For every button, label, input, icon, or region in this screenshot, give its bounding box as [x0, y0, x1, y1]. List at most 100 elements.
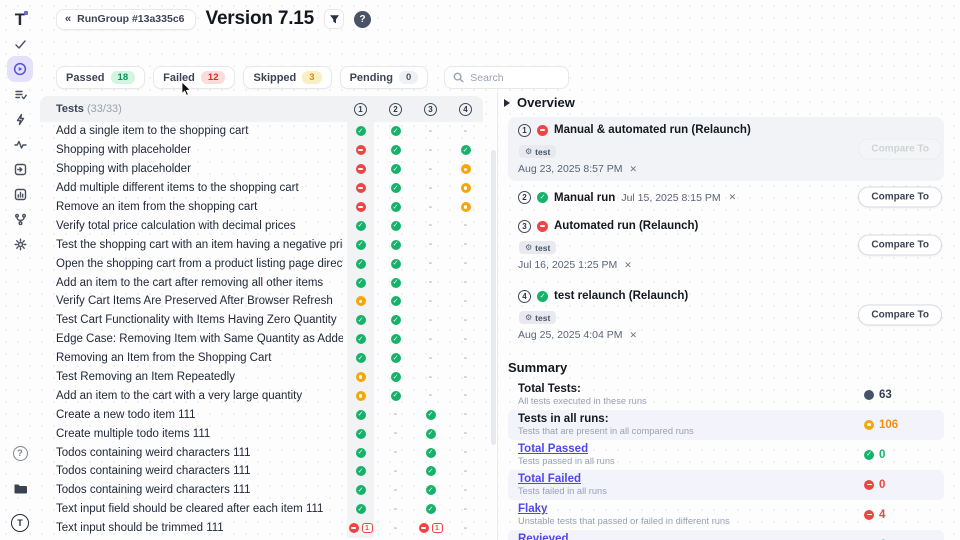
comment-badge[interactable]: 1: [362, 523, 373, 533]
status-cell: -: [448, 409, 483, 420]
status-pass-icon: [426, 429, 436, 439]
remove-run-button[interactable]: ✕: [729, 192, 737, 203]
sidebar-item-fork[interactable]: [7, 206, 33, 232]
summary-link[interactable]: Flaky: [518, 503, 864, 515]
status-cell: -: [413, 258, 448, 269]
status-cell: [343, 353, 378, 363]
test-row[interactable]: Text input field should be cleared after…: [40, 500, 483, 519]
test-name: Todos containing weird characters 111: [40, 447, 343, 459]
filter-button[interactable]: [324, 9, 344, 29]
summary-skip-icon: [864, 420, 874, 430]
status-cell: -: [413, 315, 448, 326]
no-run-dash: -: [464, 296, 468, 307]
comment-badge[interactable]: 1: [432, 523, 443, 533]
sidebar-item-app-logo[interactable]: T: [7, 6, 33, 32]
status-cell: [343, 334, 378, 344]
test-row[interactable]: Verify Cart Items Are Preserved After Br…: [40, 292, 483, 311]
run-item-4[interactable]: 4 test relaunch (Relaunch) ⚙test Aug 25,…: [508, 283, 944, 347]
test-row[interactable]: Verify total price calculation with deci…: [40, 216, 483, 235]
sidebar-item-gear[interactable]: [7, 231, 33, 257]
sidebar-item-help[interactable]: ?: [7, 440, 33, 466]
compare-to-button[interactable]: Compare To: [858, 139, 942, 160]
test-row[interactable]: Open the shopping cart from a product li…: [40, 254, 483, 273]
compare-to-button[interactable]: Compare To: [858, 235, 942, 256]
status-pass-icon: [356, 353, 366, 363]
sidebar-item-import[interactable]: [7, 156, 33, 182]
test-row[interactable]: Shopping with placeholder -: [40, 141, 483, 160]
summary-title: Total Tests:: [518, 383, 864, 395]
status-cell: -: [413, 126, 448, 137]
status-pass-icon: [426, 448, 436, 458]
filter-pending-button[interactable]: Pending 0: [340, 66, 429, 89]
no-run-dash: -: [394, 466, 398, 477]
test-row[interactable]: Removing an Item from the Shopping Cart …: [40, 349, 483, 368]
test-row[interactable]: Remove an item from the shopping cart -: [40, 198, 483, 217]
test-row[interactable]: Add an item to the cart with a very larg…: [40, 386, 483, 405]
summary-value: 0: [864, 479, 910, 491]
run-tag[interactable]: ⚙test: [519, 145, 556, 158]
remove-run-button[interactable]: ✕: [630, 164, 638, 175]
run-date-row: Aug 25, 2025 4:04 PM ✕: [518, 329, 936, 341]
sidebar-item-zap[interactable]: [7, 106, 33, 132]
test-name: Add a single item to the shopping cart: [40, 125, 343, 137]
test-row[interactable]: Add a single item to the shopping cart -…: [40, 122, 483, 141]
status-cell: -: [378, 428, 413, 439]
run-item-1[interactable]: 1 Manual & automated run (Relaunch) ⚙tes…: [508, 117, 944, 181]
compare-to-button[interactable]: Compare To: [858, 187, 942, 208]
test-row[interactable]: Todos containing weird characters 111 --: [40, 481, 483, 500]
test-row[interactable]: Create a new todo item 111 --: [40, 405, 483, 424]
run-status-fail-icon: [537, 221, 548, 232]
run-tag[interactable]: ⚙test: [519, 311, 556, 324]
compare-to-button[interactable]: Compare To: [858, 305, 942, 326]
filter-count-badge: 18: [111, 71, 136, 84]
test-row[interactable]: Text input should be trimmed 111 1-1-: [40, 519, 483, 538]
sidebar-item-runs[interactable]: [7, 56, 33, 82]
test-row[interactable]: Edge Case: Removing Item with Same Quant…: [40, 330, 483, 349]
scrollbar-thumb[interactable]: [491, 150, 496, 445]
test-row[interactable]: Todos containing weird characters 111 --: [40, 462, 483, 481]
help-button[interactable]: ?: [354, 11, 371, 28]
test-row[interactable]: Create multiple todo items 111 --: [40, 424, 483, 443]
filter-failed-button[interactable]: Failed 12: [153, 66, 235, 89]
remove-run-button[interactable]: ✕: [624, 260, 632, 271]
sidebar-item-folder[interactable]: [7, 475, 33, 501]
test-row[interactable]: Test Removing an Item Repeatedly --: [40, 368, 483, 387]
test-row[interactable]: Add multiple different items to the shop…: [40, 179, 483, 198]
search-box[interactable]: [444, 66, 569, 89]
run-column-header-3[interactable]: 3: [413, 103, 448, 116]
run-item-3[interactable]: 3 Automated run (Relaunch) ⚙test Jul 16,…: [508, 213, 944, 277]
collapse-triangle-icon[interactable]: [504, 99, 510, 107]
test-name: Shopping with placeholder: [40, 144, 343, 156]
status-cell: [378, 221, 413, 231]
test-name: Add multiple different items to the shop…: [40, 182, 343, 194]
run-column-header-2[interactable]: 2: [378, 103, 413, 116]
rungroup-back-button[interactable]: « RunGroup #13a335c6: [56, 9, 196, 30]
run-date: Aug 23, 2025 8:57 PM: [518, 163, 623, 175]
summary-fail-icon: [864, 480, 874, 490]
sidebar-item-check[interactable]: [7, 31, 33, 57]
test-row[interactable]: Test the shopping cart with an item havi…: [40, 235, 483, 254]
test-row[interactable]: Add an item to the cart after removing a…: [40, 273, 483, 292]
sidebar-item-activity[interactable]: [7, 131, 33, 157]
run-column-header-1[interactable]: 1: [343, 103, 378, 116]
sidebar-item-profile[interactable]: T: [7, 510, 33, 536]
test-row[interactable]: Shopping with placeholder -: [40, 160, 483, 179]
filter-skipped-button[interactable]: Skipped 3: [243, 66, 331, 89]
summary-dot-icon: [864, 390, 874, 400]
test-name: Shopping with placeholder: [40, 163, 343, 175]
filter-passed-button[interactable]: Passed 18: [56, 66, 145, 89]
status-cell: [448, 202, 483, 212]
status-pass-icon: [391, 240, 401, 250]
summary-link[interactable]: Total Passed: [518, 443, 864, 455]
summary-link[interactable]: Total Failed: [518, 473, 864, 485]
test-row[interactable]: Todos containing weird characters 111 --: [40, 443, 483, 462]
run-tag[interactable]: ⚙test: [519, 241, 556, 254]
test-row[interactable]: Test Cart Functionality with Items Havin…: [40, 311, 483, 330]
run-column-header-4[interactable]: 4: [448, 103, 483, 116]
sidebar-item-report[interactable]: [7, 181, 33, 207]
sidebar-item-test-list[interactable]: [7, 81, 33, 107]
remove-run-button[interactable]: ✕: [630, 330, 638, 341]
search-input[interactable]: [470, 72, 560, 84]
run-item-2[interactable]: 2 Manual run Jul 15, 2025 8:15 PM ✕ Comp…: [508, 188, 944, 207]
summary-link[interactable]: Revieved: [518, 533, 864, 540]
